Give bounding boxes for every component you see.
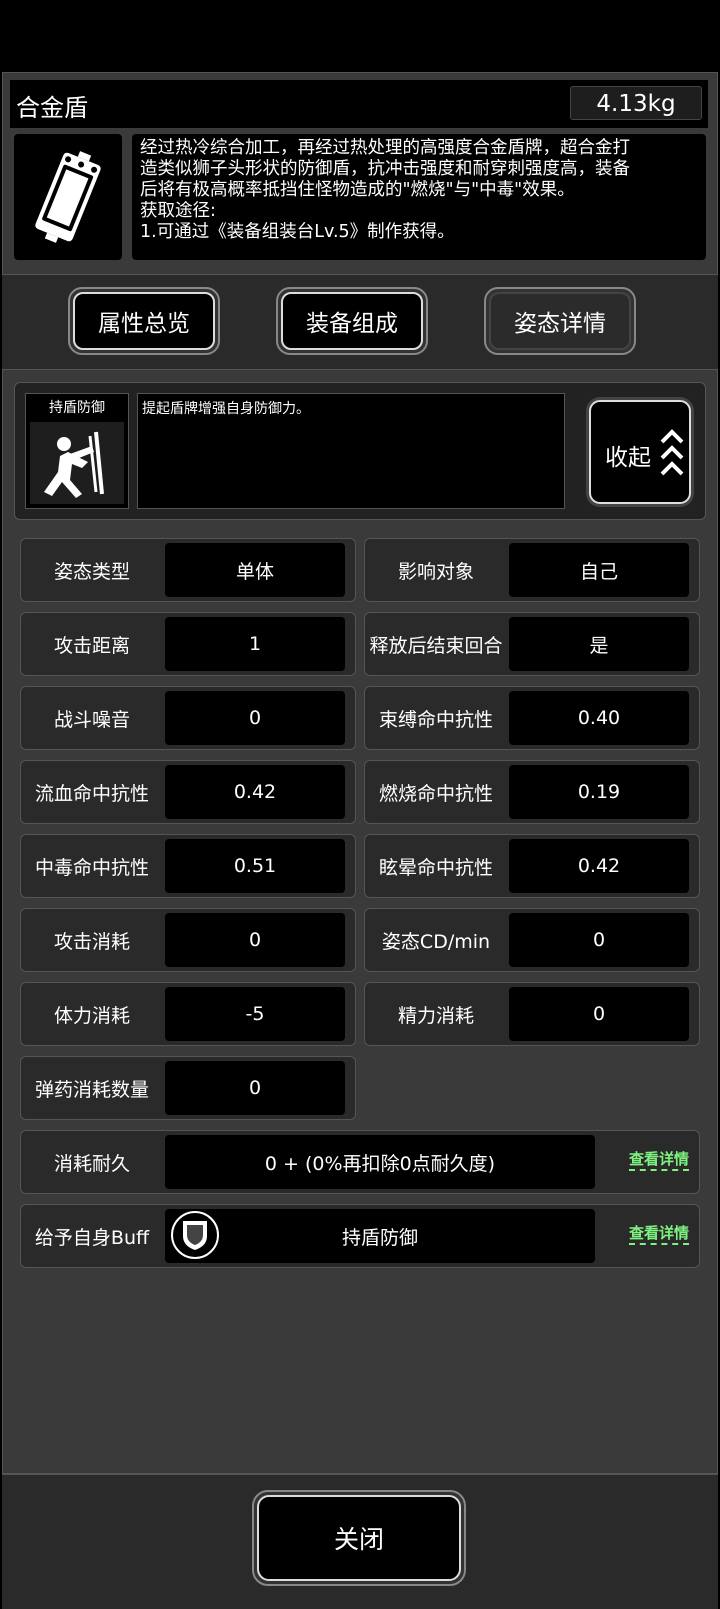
stat-attack-range: 攻击距离 1 <box>20 612 356 676</box>
buff-name: 持盾防御 <box>341 1226 418 1249</box>
stat-value: 0 <box>165 913 345 967</box>
stat-label: 燃烧命中抗性 <box>378 782 493 805</box>
stat-value: 持盾防御 <box>165 1209 595 1263</box>
shield-buff-icon <box>171 1211 219 1259</box>
tab-label: 属性总览 <box>73 292 215 350</box>
stat-label: 体力消耗 <box>53 1004 130 1027</box>
shield-stance-icon <box>30 422 124 504</box>
stat-end-turn: 释放后结束回合 是 <box>364 612 700 676</box>
tab-attribute-overview[interactable]: 属性总览 <box>68 287 220 355</box>
stat-label: 束缚命中抗性 <box>378 708 493 731</box>
tab-stance-details[interactable]: 姿态详情 <box>484 287 636 355</box>
tabs-bar: 属性总览 装备组成 姿态详情 <box>2 274 718 370</box>
description-line: 获取途径: <box>140 201 216 221</box>
stat-value: 0.42 <box>509 839 689 893</box>
stat-label: 给予自身Buff <box>34 1226 150 1249</box>
close-button[interactable]: 关闭 <box>252 1490 466 1586</box>
stat-label: 流血命中抗性 <box>34 782 149 805</box>
close-label: 关闭 <box>257 1495 461 1581</box>
stat-value: 0.40 <box>509 691 689 745</box>
stat-value: 是 <box>509 617 689 671</box>
stance-name: 持盾防御 <box>49 400 105 416</box>
stat-value: 0.19 <box>509 765 689 819</box>
stat-value: 单体 <box>165 543 345 597</box>
stat-label: 眩晕命中抗性 <box>378 856 493 879</box>
description-line: 经过热冷综合加工，再经过热处理的高强度合金盾牌，超合金打 <box>140 138 630 158</box>
item-name: 合金盾 <box>16 94 88 122</box>
stat-bind-resist: 束缚命中抗性 0.40 <box>364 686 700 750</box>
stat-combat-noise: 战斗噪音 0 <box>20 686 356 750</box>
stat-label: 消耗耐久 <box>53 1152 130 1175</box>
collapse-button[interactable]: 收起 <box>586 397 694 507</box>
stat-label: 释放后结束回合 <box>369 634 503 657</box>
description-line: 造类似狮子头形状的防御盾，抗冲击强度和耐穿刺强度高，装备 <box>140 159 630 179</box>
description-line: 1.可通过《装备组装台Lv.5》制作获得。 <box>140 222 455 242</box>
stat-value: 自己 <box>509 543 689 597</box>
stat-label: 姿态类型 <box>53 560 130 583</box>
stat-label: 影响对象 <box>397 560 474 583</box>
stat-self-buff: 给予自身Buff 持盾防御 查看详情 <box>20 1204 700 1268</box>
item-weight: 4.13kg <box>570 86 702 120</box>
stat-target: 影响对象 自己 <box>364 538 700 602</box>
tab-equipment-composition[interactable]: 装备组成 <box>276 287 428 355</box>
stat-label: 攻击距离 <box>53 634 130 657</box>
chevron-up-icon <box>660 429 684 476</box>
stance-description: 提起盾牌增强自身防御力。 <box>137 393 565 509</box>
stance-card[interactable]: 持盾防御 <box>25 393 129 509</box>
stat-label: 精力消耗 <box>397 1004 474 1027</box>
stat-label: 战斗噪音 <box>53 708 130 731</box>
stat-value: 0.51 <box>165 839 345 893</box>
stat-value: 0 <box>509 987 689 1041</box>
item-description: 经过热冷综合加工，再经过热处理的高强度合金盾牌，超合金打 造类似狮子头形状的防御… <box>132 134 706 260</box>
stat-value: -5 <box>165 987 345 1041</box>
stat-stun-resist: 眩晕命中抗性 0.42 <box>364 834 700 898</box>
tab-label: 装备组成 <box>281 292 423 350</box>
stat-poison-resist: 中毒命中抗性 0.51 <box>20 834 356 898</box>
stat-ammo-cost: 弹药消耗数量 0 <box>20 1056 356 1120</box>
stat-attack-cost: 攻击消耗 0 <box>20 908 356 972</box>
shield-item-icon <box>35 151 101 243</box>
stat-value: 0.42 <box>165 765 345 819</box>
stat-stamina-cost: 体力消耗 -5 <box>20 982 356 1046</box>
stat-value: 1 <box>165 617 345 671</box>
description-line: 后将有极高概率抵挡住怪物造成的"燃烧"与"中毒"效果。 <box>140 180 575 200</box>
stat-value: 0 <box>165 1061 345 1115</box>
stat-bleed-resist: 流血命中抗性 0.42 <box>20 760 356 824</box>
title-bar: 合金盾 4.13kg <box>10 80 708 128</box>
stat-stance-cooldown: 姿态CD/min 0 <box>364 908 700 972</box>
stat-burn-resist: 燃烧命中抗性 0.19 <box>364 760 700 824</box>
item-icon-box <box>14 134 122 260</box>
stat-label: 攻击消耗 <box>53 930 130 953</box>
stat-durability-cost: 消耗耐久 0 + (0%再扣除0点耐久度) 查看详情 <box>20 1130 700 1194</box>
stat-label: 中毒命中抗性 <box>34 856 149 879</box>
stat-stance-type: 姿态类型 单体 <box>20 538 356 602</box>
stat-energy-cost: 精力消耗 0 <box>364 982 700 1046</box>
stat-value: 0 <box>165 691 345 745</box>
tab-label: 姿态详情 <box>489 292 631 350</box>
view-details-link[interactable]: 查看详情 <box>628 1223 689 1245</box>
stat-value: 0 <box>509 913 689 967</box>
stance-section: 持盾防御 提起盾牌增强自身防御力。 收起 <box>14 382 706 520</box>
stat-label: 弹药消耗数量 <box>34 1078 149 1101</box>
collapse-label: 收起 <box>605 445 651 471</box>
view-details-link[interactable]: 查看详情 <box>628 1149 689 1171</box>
stat-value: 0 + (0%再扣除0点耐久度) <box>165 1135 595 1189</box>
stat-label: 姿态CD/min <box>381 930 491 953</box>
